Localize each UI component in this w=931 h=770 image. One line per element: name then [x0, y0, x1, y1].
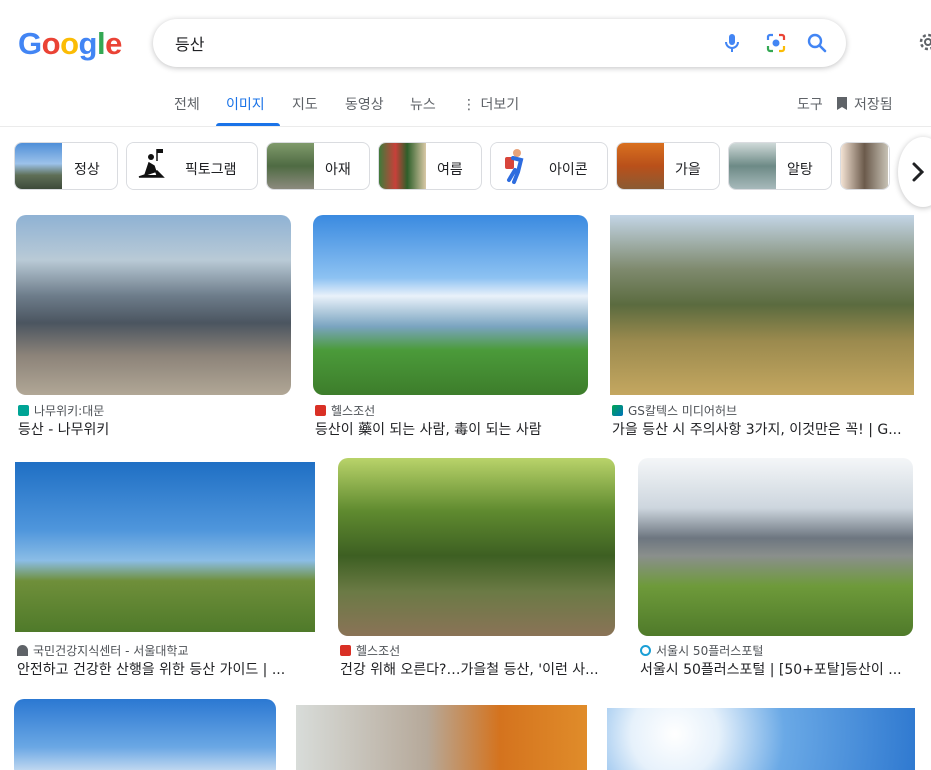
chips-next-button[interactable] — [898, 137, 931, 207]
result-thumbnail[interactable] — [610, 215, 914, 395]
image-result[interactable] — [14, 699, 276, 770]
logo-letter: o — [60, 26, 79, 61]
camera-lens-icon[interactable] — [764, 31, 788, 55]
image-result[interactable]: GS칼텍스 미디어허브 가을 등산 시 주의사항 3가지, 이것만은 꼭! | … — [610, 215, 914, 440]
result-source[interactable]: 헬스조선 — [340, 642, 400, 659]
search-input[interactable] — [175, 32, 695, 54]
result-title[interactable]: 등산이 藥이 되는 사람, 毒이 되는 사람 — [315, 419, 590, 439]
image-result[interactable]: 헬스조선 건강 위해 오른다?…가을철 등산, '이런 사... — [338, 458, 615, 682]
chip-label: 아이콘 — [549, 162, 588, 178]
result-thumbnail[interactable] — [16, 215, 291, 395]
image-result[interactable]: 나무위키:대문 등산 - 나무위키 — [16, 215, 291, 440]
chip-ajae[interactable]: 아재 — [266, 142, 370, 190]
source-name: GS칼텍스 미디어허브 — [628, 404, 738, 418]
source-name: 국민건강지식센터 - 서울대학교 — [33, 644, 189, 658]
image-result[interactable]: 서울시 50플러스포털 서울시 50플러스포털 | [50+포탈]등산이 ... — [638, 458, 913, 682]
source-name: 헬스조선 — [356, 644, 401, 658]
chip-autumn[interactable]: 가을 — [616, 142, 720, 190]
result-title[interactable]: 건강 위해 오른다?…가을철 등산, '이런 사... — [340, 659, 617, 679]
chip-label: 알탕 — [787, 162, 813, 178]
chevron-right-icon — [912, 162, 925, 182]
gear-icon[interactable] — [916, 30, 931, 54]
chip-label: 픽토그램 — [185, 162, 237, 178]
result-thumbnail[interactable] — [638, 458, 913, 636]
tab-videos[interactable]: 동영상 — [345, 94, 384, 114]
logo-letter: l — [96, 26, 106, 61]
result-title[interactable]: 서울시 50플러스포털 | [50+포탈]등산이 ... — [640, 659, 915, 679]
image-result[interactable] — [296, 705, 587, 770]
chip-label: 아재 — [325, 162, 351, 178]
chip-thumbnail — [15, 143, 62, 189]
source-name: 헬스조선 — [331, 404, 376, 418]
chip-thumbnail — [267, 143, 314, 189]
chip-icon[interactable]: 아이콘 — [490, 142, 608, 190]
bookmark-icon — [836, 96, 848, 115]
result-source[interactable]: 나무위키:대문 — [18, 402, 104, 419]
related-chips: 정상 픽토그램 아재 여름 아이콘 가을 알탕 — [0, 142, 931, 192]
chip-thumbnail — [617, 143, 664, 189]
result-thumbnail[interactable] — [14, 699, 276, 770]
result-thumbnail[interactable] — [296, 705, 587, 770]
chip-label: 정상 — [74, 162, 100, 178]
saved-label: 저장됨 — [854, 97, 893, 113]
chip-altang[interactable]: 알탕 — [728, 142, 832, 190]
snu-icon — [17, 645, 28, 656]
tools-button[interactable]: 도구 — [797, 94, 823, 114]
search-tabs: 전체 이미지 지도 동영상 뉴스 ⋮ 더보기 도구 저장됨 — [0, 86, 931, 127]
result-thumbnail[interactable] — [15, 462, 315, 632]
chip-thumbnail — [841, 143, 888, 189]
image-result[interactable]: 헬스조선 등산이 藥이 되는 사람, 毒이 되는 사람 — [313, 215, 588, 440]
search-box — [153, 19, 846, 67]
source-name: 나무위키:대문 — [34, 404, 105, 418]
tab-maps[interactable]: 지도 — [292, 94, 318, 114]
result-thumbnail[interactable] — [607, 708, 915, 770]
chip-pictogram[interactable]: 픽토그램 — [126, 142, 258, 190]
logo-letter: G — [18, 26, 42, 61]
result-title[interactable]: 안전하고 건강한 산행을 위한 등산 가이드 | ... — [17, 659, 317, 679]
logo-letter: o — [41, 26, 61, 61]
tab-more[interactable]: ⋮ 더보기 — [462, 94, 519, 114]
chip-summer[interactable]: 여름 — [378, 142, 482, 190]
gs-caltex-icon — [612, 405, 623, 416]
result-source[interactable]: 헬스조선 — [315, 402, 375, 419]
search-icon[interactable] — [805, 31, 829, 55]
saved-button[interactable]: 저장됨 — [836, 94, 893, 115]
tab-all[interactable]: 전체 — [174, 94, 200, 114]
chip-thumbnail — [379, 143, 426, 189]
result-title[interactable]: 가을 등산 시 주의사항 3가지, 이것만은 꼭! | G... — [612, 419, 916, 439]
tab-news[interactable]: 뉴스 — [410, 94, 436, 114]
seoul50plus-icon — [640, 645, 651, 656]
google-logo[interactable]: Google — [18, 26, 122, 62]
result-source[interactable]: GS칼텍스 미디어허브 — [612, 402, 737, 419]
chip-summit[interactable]: 정상 — [14, 142, 118, 190]
logo-letter: g — [78, 26, 98, 61]
namuwiki-icon — [18, 405, 29, 416]
result-thumbnail[interactable] — [338, 458, 615, 636]
result-source[interactable]: 서울시 50플러스포털 — [640, 642, 763, 659]
chip-thumbnail — [729, 143, 776, 189]
logo-letter: e — [105, 26, 122, 61]
source-name: 서울시 50플러스포털 — [656, 644, 764, 658]
healthchosun-icon — [340, 645, 351, 656]
result-source[interactable]: 국민건강지식센터 - 서울대학교 — [17, 642, 188, 659]
microphone-icon[interactable] — [720, 31, 744, 55]
result-title[interactable]: 등산 - 나무위키 — [18, 419, 293, 439]
chip-thumbnail — [127, 143, 174, 189]
chip-more[interactable] — [840, 142, 890, 190]
image-result[interactable] — [607, 708, 915, 770]
chip-label: 여름 — [437, 162, 463, 178]
result-thumbnail[interactable] — [313, 215, 588, 395]
chip-thumbnail — [491, 143, 538, 189]
chip-label: 가을 — [675, 162, 701, 178]
active-tab-indicator — [216, 123, 280, 126]
image-result[interactable]: 국민건강지식센터 - 서울대학교 안전하고 건강한 산행을 위한 등산 가이드 … — [15, 462, 315, 682]
tab-images[interactable]: 이미지 — [226, 94, 265, 114]
healthchosun-icon — [315, 405, 326, 416]
